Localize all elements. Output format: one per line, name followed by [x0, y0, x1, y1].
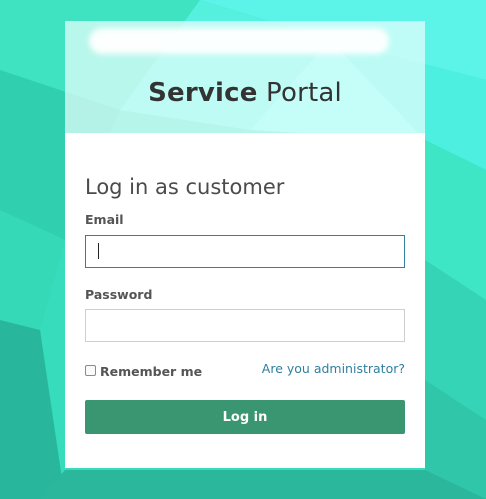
- portal-title-strong: Service: [148, 78, 258, 108]
- form-heading: Log in as customer: [85, 175, 285, 199]
- redacted-logo: [89, 28, 389, 54]
- portal-title-light: Portal: [266, 78, 342, 108]
- login-card: Service Portal Log in as customer Email …: [65, 21, 425, 468]
- text-cursor: [98, 243, 99, 259]
- login-button[interactable]: Log in: [85, 400, 405, 434]
- email-label: Email: [85, 212, 124, 227]
- remember-me[interactable]: Remember me: [85, 362, 203, 379]
- remember-me-checkbox[interactable]: [85, 364, 96, 376]
- login-form: Log in as customer Email Password Rememb…: [65, 133, 425, 468]
- administrator-link[interactable]: Are you administrator?: [262, 361, 405, 376]
- portal-header: Service Portal: [65, 21, 425, 133]
- email-field[interactable]: [85, 235, 405, 268]
- portal-title: Service Portal: [65, 77, 425, 109]
- remember-me-label: Remember me: [100, 363, 203, 379]
- password-field[interactable]: [85, 309, 405, 342]
- password-label: Password: [85, 287, 153, 302]
